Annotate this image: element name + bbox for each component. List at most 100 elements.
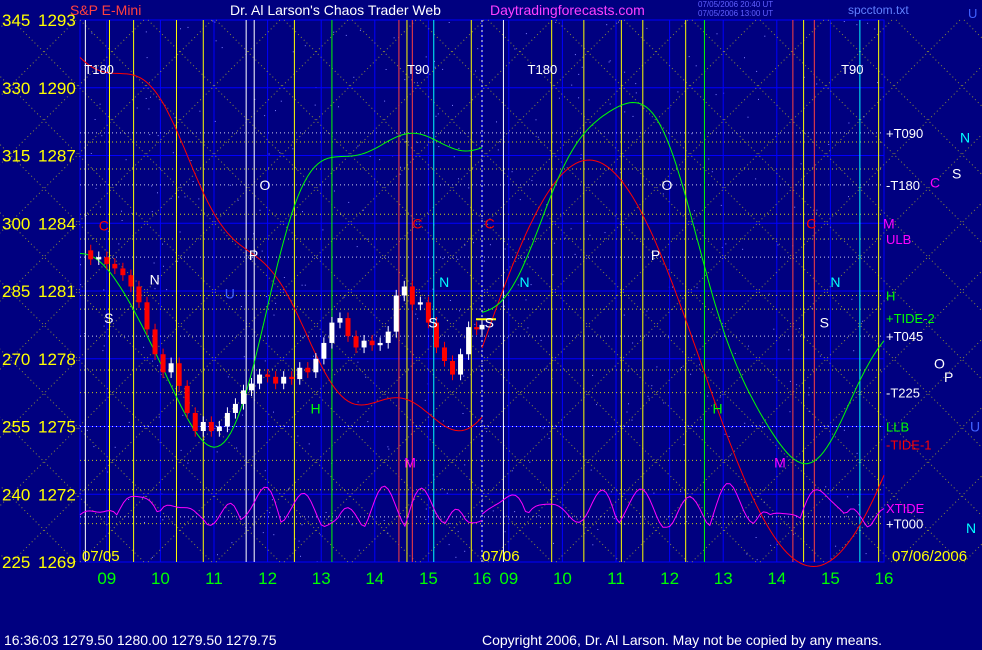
star-dot — [452, 104, 453, 106]
star-dot — [475, 70, 476, 72]
star-dot — [590, 469, 592, 471]
star-dot — [632, 115, 634, 117]
star-dot — [843, 429, 845, 431]
price-bar-body — [257, 374, 263, 384]
star-dot — [269, 512, 271, 514]
star-dot — [292, 148, 294, 150]
star-dot — [531, 180, 533, 182]
star-dot — [157, 192, 158, 194]
right-level-label: -T225 — [886, 386, 920, 401]
star-dot — [388, 448, 390, 450]
star-dot — [179, 231, 181, 233]
star-dot — [458, 178, 459, 180]
star-dot — [581, 66, 583, 68]
price-bar-body — [216, 426, 222, 432]
right-level-label: +TIDE-2 — [886, 311, 935, 326]
timestamp-line-2: 07/05/2006 13:00 UT — [698, 9, 774, 18]
star-dot — [608, 61, 610, 63]
star-dot — [496, 121, 497, 123]
price-bar-body — [160, 354, 166, 373]
star-dot — [385, 69, 387, 70]
right-level-label: +T045 — [886, 329, 923, 344]
price-bar-body — [401, 286, 407, 296]
star-dot — [128, 421, 130, 423]
star-dot — [301, 284, 303, 286]
price-bar-body — [305, 367, 311, 373]
star-dot — [227, 376, 229, 378]
star-dot — [216, 451, 218, 453]
star-dot — [464, 464, 466, 466]
star-dot — [626, 411, 628, 413]
chart-letter-label: N — [520, 274, 530, 290]
star-dot — [715, 94, 717, 96]
star-dot — [538, 515, 540, 517]
star-dot — [728, 436, 730, 437]
star-dot — [417, 141, 419, 143]
star-dot — [646, 27, 648, 29]
star-dot — [295, 214, 297, 216]
star-dot — [399, 173, 401, 175]
star-dot — [589, 234, 591, 236]
star-dot — [588, 99, 590, 101]
star-dot — [463, 375, 465, 377]
star-dot — [154, 288, 156, 290]
star-dot — [424, 399, 426, 401]
star-dot — [586, 220, 588, 222]
far-right-letter: N — [966, 520, 976, 536]
star-dot — [843, 21, 845, 22]
y-axis-degree-label: 315 — [2, 147, 30, 166]
star-dot — [764, 35, 766, 37]
y-axis-degree-label: 270 — [2, 350, 30, 369]
star-dot — [624, 71, 626, 73]
x-axis-hour-label: 15 — [419, 569, 438, 588]
star-dot — [146, 57, 148, 59]
price-bar-body — [369, 340, 375, 346]
star-dot — [435, 115, 437, 117]
star-dot — [198, 198, 200, 200]
star-dot — [333, 31, 335, 33]
star-dot — [578, 73, 580, 75]
star-dot — [351, 524, 353, 526]
site-link[interactable]: Daytradingforecasts.com — [490, 2, 645, 18]
star-dot — [552, 274, 554, 276]
star-dot — [231, 542, 233, 544]
star-dot — [788, 349, 790, 351]
x-axis-hour-label: 10 — [151, 569, 170, 588]
price-bar-body — [120, 268, 126, 276]
star-dot — [365, 376, 367, 378]
star-dot — [448, 22, 450, 23]
star-dot — [101, 135, 103, 137]
star-dot — [707, 395, 709, 397]
y-axis-price-label: 1290 — [38, 79, 76, 98]
x-axis-hour-label: 10 — [553, 569, 572, 588]
instrument-title: S&P E-Mini — [70, 2, 141, 18]
star-dot — [166, 289, 168, 291]
star-dot — [151, 211, 153, 213]
right-level-label: -TIDE-1 — [886, 438, 932, 453]
price-bar-body — [393, 295, 399, 332]
y-axis-degree-label: 300 — [2, 214, 30, 233]
top-time-marker: T180 — [528, 62, 558, 77]
star-dot — [153, 262, 155, 264]
star-dot — [789, 411, 791, 413]
x-axis-hour-label: 09 — [97, 569, 116, 588]
far-right-letter: M — [883, 215, 895, 231]
star-dot — [540, 339, 542, 341]
star-dot — [677, 91, 679, 93]
star-dot — [680, 367, 682, 368]
star-dot — [279, 152, 281, 154]
star-dot — [416, 82, 418, 84]
star-dot — [530, 284, 532, 286]
star-dot — [699, 364, 701, 366]
star-dot — [592, 374, 594, 376]
star-dot — [383, 520, 385, 521]
star-dot — [618, 21, 619, 23]
star-dot — [264, 115, 266, 117]
star-dot — [693, 210, 695, 212]
chart-letter-label: M — [404, 455, 416, 471]
lattice-line — [895, 19, 982, 108]
star-dot — [656, 366, 658, 368]
star-dot — [199, 110, 201, 112]
star-dot — [261, 250, 263, 252]
star-dot — [221, 47, 223, 49]
